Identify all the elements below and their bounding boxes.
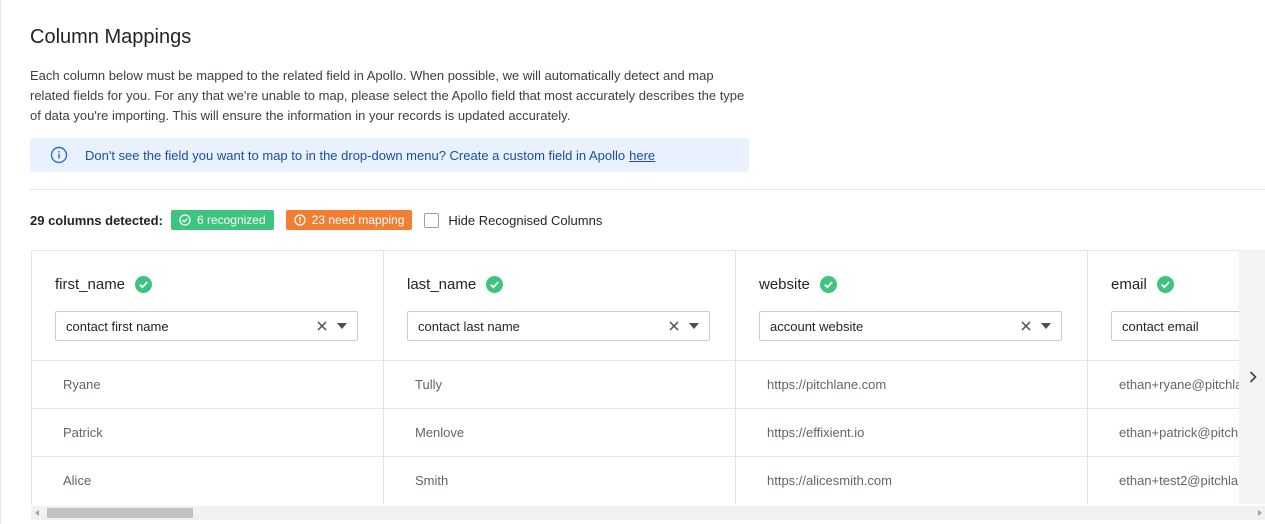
field-select-value: contact last name <box>418 318 520 334</box>
column-name: first_name <box>55 276 126 293</box>
column-name-wrap: email <box>1111 276 1174 293</box>
chevron-down-icon[interactable] <box>689 323 699 329</box>
need-mapping-label: 23 need mapping <box>311 213 405 227</box>
column-name-wrap: last_name <box>407 276 504 293</box>
table-cell: ethan+test2@pitchlane.com <box>1088 457 1239 504</box>
recognized-badge: 6 recognized <box>170 210 274 230</box>
table-cell: Ryane <box>32 361 383 409</box>
column-name: website <box>759 276 810 293</box>
column-header: last_name contact last name <box>384 251 735 361</box>
hide-recognised-label: Hide Recognised Columns <box>448 212 603 228</box>
chevron-right-icon <box>1249 371 1257 383</box>
horizontal-scrollbar[interactable] <box>31 506 1265 520</box>
column-header: website account website <box>736 251 1087 361</box>
scrollbar-thumb[interactable] <box>47 508 193 518</box>
field-select[interactable]: contact email <box>1111 311 1239 341</box>
clear-icon[interactable] <box>1019 319 1033 333</box>
column-header: email contact email <box>1088 251 1239 361</box>
columns-detected-count: 29 columns detected: <box>30 212 163 228</box>
column-name-wrap: first_name <box>55 276 153 293</box>
info-circle-icon <box>50 146 68 164</box>
column-name: email <box>1111 276 1147 293</box>
mapping-column-website: website account website https://pitchlan… <box>736 251 1088 504</box>
table-cell: ethan+patrick@pitchlane.com <box>1088 409 1239 457</box>
clear-icon[interactable] <box>315 319 329 333</box>
mapping-column-email: email contact email ethan+ryane@pitchlan… <box>1088 251 1239 504</box>
field-select-value: account website <box>770 318 864 334</box>
mapping-column-last-name: last_name contact last name Tully Menlov… <box>384 251 736 504</box>
table-cell: https://alicesmith.com <box>736 457 1087 504</box>
column-mappings-panel: Column Mappings Each column below must b… <box>0 0 1265 524</box>
chevron-down-icon[interactable] <box>1041 323 1051 329</box>
table-cell: https://pitchlane.com <box>736 361 1087 409</box>
custom-field-link[interactable]: here <box>629 148 655 163</box>
column-name: last_name <box>407 276 477 293</box>
chevron-down-icon[interactable] <box>337 323 347 329</box>
need-mapping-badge: 23 need mapping <box>285 210 413 230</box>
columns-summary: 29 columns detected: 6 recognized 23 nee… <box>30 209 602 231</box>
check-circle-icon <box>135 276 153 293</box>
check-circle-icon <box>819 276 837 293</box>
recognized-label: 6 recognized <box>196 213 266 227</box>
field-select[interactable]: contact first name <box>55 311 358 341</box>
page-description: Each column below must be mapped to the … <box>30 68 745 123</box>
clear-icon[interactable] <box>667 319 681 333</box>
scroll-right-arrow-icon[interactable] <box>1258 510 1262 516</box>
field-select-value: contact email <box>1122 318 1199 334</box>
mapping-column-first-name: first_name contact first name Ryane Patr… <box>32 251 384 504</box>
info-text: Don't see the field you want to map to i… <box>85 147 626 163</box>
table-cell: Tully <box>384 361 735 409</box>
check-circle-icon <box>486 276 504 293</box>
field-select[interactable]: account website <box>759 311 1062 341</box>
check-circle-icon <box>1156 276 1174 293</box>
field-select-value: contact first name <box>66 318 169 334</box>
field-select[interactable]: contact last name <box>407 311 710 341</box>
column-header: first_name contact first name <box>32 251 383 361</box>
divider <box>30 189 1265 190</box>
table-cell: Alice <box>32 457 383 504</box>
column-name-wrap: website <box>759 276 837 293</box>
table-cell: Patrick <box>32 409 383 457</box>
scroll-right-button[interactable] <box>1239 250 1265 504</box>
alert-circle-icon <box>294 214 306 226</box>
table-cell: Smith <box>384 457 735 504</box>
table-cell: https://effixient.io <box>736 409 1087 457</box>
table-cell: Menlove <box>384 409 735 457</box>
table-cell: ethan+ryane@pitchlane.com <box>1088 361 1239 409</box>
scroll-left-arrow-icon[interactable] <box>35 510 39 516</box>
page-title: Column Mappings <box>30 26 192 48</box>
hide-recognised-toggle[interactable]: Hide Recognised Columns <box>424 212 603 228</box>
hide-recognised-checkbox[interactable] <box>424 212 440 228</box>
check-circle-icon <box>179 214 191 226</box>
info-banner: Don't see the field you want to map to i… <box>30 138 749 172</box>
mapping-grid: first_name contact first name Ryane Patr… <box>31 250 1239 504</box>
